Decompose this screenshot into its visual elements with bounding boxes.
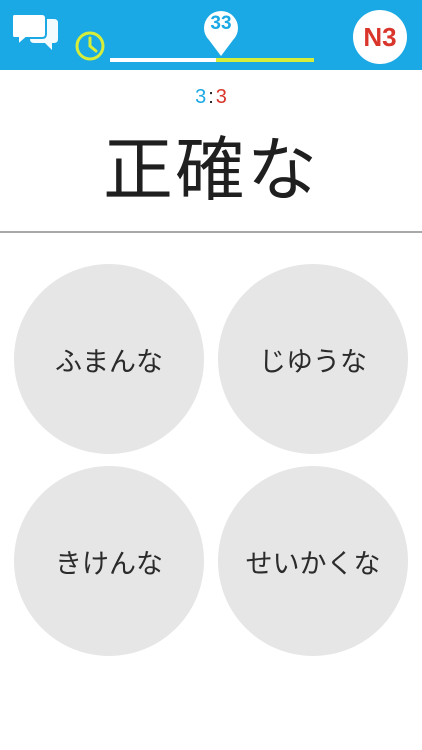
progress-track [110, 58, 314, 62]
level-badge[interactable]: N3 [353, 10, 407, 64]
progress-fill [110, 58, 217, 62]
correct-count: 3 [195, 86, 207, 108]
wrong-count: 3 [215, 86, 227, 108]
chat-bubbles-icon[interactable] [11, 12, 60, 58]
answer-choice-2[interactable]: じゆうな [218, 264, 408, 454]
answer-choice-3[interactable]: きけんな [14, 466, 204, 656]
divider [0, 231, 422, 233]
clock-icon [74, 30, 106, 62]
answer-choice-4[interactable]: せいかくな [218, 466, 408, 656]
score: 3:3 [0, 86, 422, 109]
progress-remaining [216, 58, 314, 62]
top-bar: 33 N3 [0, 0, 422, 70]
answer-choice-1[interactable]: ふまんな [14, 264, 204, 454]
question-word: 正確な [103, 129, 319, 211]
question-number: 33 [210, 13, 232, 34]
score-separator: : [208, 86, 214, 108]
